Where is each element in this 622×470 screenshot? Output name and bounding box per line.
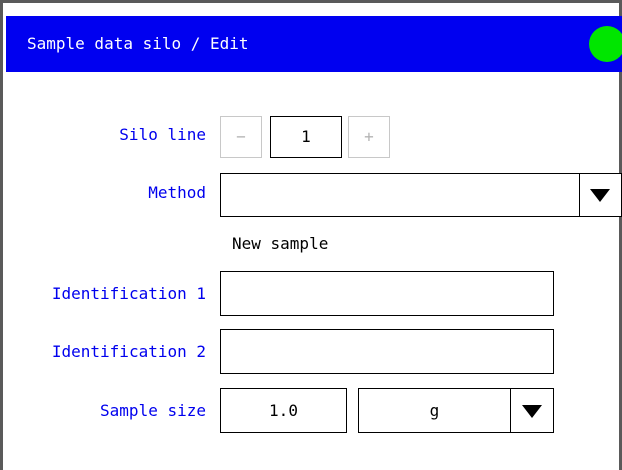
unit-dropdown-button[interactable]: [510, 388, 554, 433]
window-title: Sample data silo / Edit: [27, 34, 249, 53]
method-select[interactable]: [220, 173, 580, 217]
method-label: Method: [148, 183, 206, 202]
triangle-down-icon: [522, 405, 542, 418]
silo-line-increment-button[interactable]: +: [348, 116, 390, 158]
identification-2-label: Identification 2: [51, 342, 206, 361]
sample-size-input[interactable]: 1.0: [220, 388, 347, 433]
sample-size-label: Sample size: [100, 401, 206, 420]
silo-line-decrement-button[interactable]: −: [220, 116, 262, 158]
unit-select[interactable]: g: [358, 388, 511, 433]
method-dropdown-button[interactable]: [579, 173, 622, 217]
title-bar: Sample data silo / Edit: [6, 16, 622, 72]
window-frame: Sample data silo / Edit Silo line − 1 + …: [0, 0, 622, 470]
silo-line-value-field[interactable]: 1: [270, 116, 342, 158]
status-indicator-icon: [589, 26, 622, 62]
identification-2-input[interactable]: [220, 329, 554, 374]
identification-1-label: Identification 1: [51, 284, 206, 303]
silo-line-label: Silo line: [119, 125, 206, 144]
unit-select-value: g: [429, 401, 440, 420]
identification-1-input[interactable]: [220, 271, 554, 316]
triangle-down-icon: [590, 189, 610, 202]
new-sample-text: New sample: [232, 234, 329, 253]
